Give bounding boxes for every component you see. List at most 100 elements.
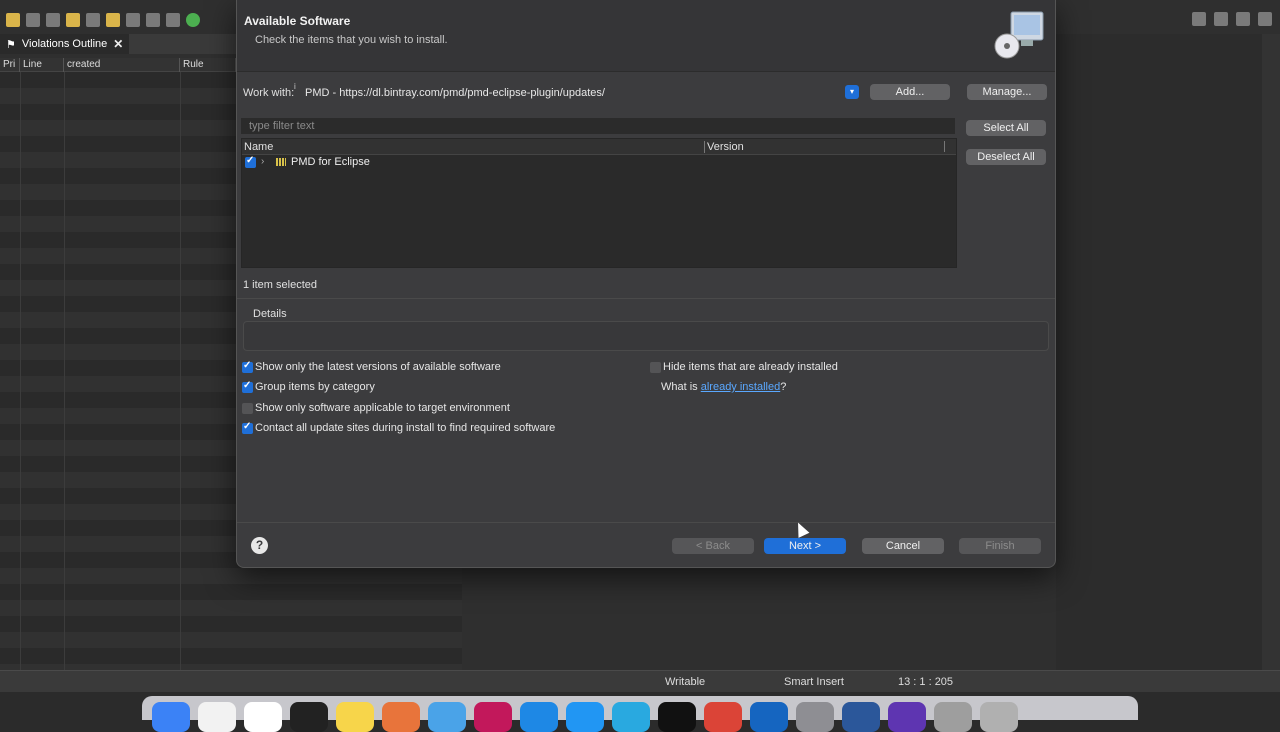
filter-field	[241, 118, 955, 134]
option-checkbox[interactable]	[242, 380, 253, 393]
column-divider	[944, 141, 945, 152]
debug-icon[interactable]	[166, 13, 180, 27]
what-is-suffix: ?	[780, 381, 787, 393]
search-icon[interactable]	[1192, 12, 1206, 26]
column-divider	[64, 72, 65, 670]
next-button[interactable]: Next >	[764, 538, 846, 554]
manage-button[interactable]: Manage...	[967, 84, 1047, 100]
macos-dock	[142, 696, 1138, 732]
system-preferences-icon[interactable]	[796, 702, 834, 732]
select-all-button[interactable]: Select All	[966, 120, 1046, 136]
perspective-toolbar	[1192, 12, 1272, 26]
violations-outline-icon: ⚑	[6, 38, 16, 51]
expand-chevron-icon[interactable]: ›	[261, 156, 264, 167]
info-icon: i	[294, 82, 296, 91]
chevron-down-icon[interactable]: ▾	[845, 85, 859, 99]
chrome-icon[interactable]	[704, 702, 742, 732]
column-header[interactable]: created	[64, 58, 180, 72]
intellij-icon[interactable]	[474, 702, 512, 732]
right-trim	[1262, 34, 1280, 670]
notes-icon[interactable]	[336, 702, 374, 732]
tab-violations-outline[interactable]: ⚑ Violations Outline ✕	[0, 34, 130, 54]
option-checkbox[interactable]	[242, 360, 253, 373]
run-icon[interactable]	[186, 13, 200, 27]
option-checkbox[interactable]	[242, 421, 253, 434]
tab-label: Violations Outline	[21, 38, 108, 50]
word-icon[interactable]	[842, 702, 880, 732]
dialog-title: Available Software	[244, 14, 351, 28]
already-installed-link[interactable]: already installed	[701, 381, 781, 393]
quicktime-icon[interactable]	[934, 702, 972, 732]
writable-status: Writable	[665, 676, 706, 688]
safari-icon[interactable]	[566, 702, 604, 732]
cancel-button[interactable]: Cancel	[862, 538, 944, 554]
pen-icon[interactable]	[86, 13, 100, 27]
work-with-combo[interactable]: PMD - https://dl.bintray.com/pmd/pmd-ecl…	[301, 84, 859, 100]
pmd-perspective-icon[interactable]	[1258, 12, 1272, 26]
back-button[interactable]: < Back	[672, 538, 754, 554]
calendar-icon[interactable]	[198, 702, 236, 732]
build-icon[interactable]	[66, 13, 80, 27]
category-icon	[276, 158, 286, 166]
option-label: Contact all update sites during install …	[255, 422, 556, 434]
close-icon[interactable]: ✕	[113, 37, 123, 51]
install-cd-icon	[994, 11, 1044, 59]
work-with-value: PMD - https://dl.bintray.com/pmd/pmd-ecl…	[305, 87, 605, 99]
option-checkbox[interactable]	[242, 403, 253, 414]
what-is-prefix: What is	[661, 381, 701, 393]
help-icon[interactable]: ?	[251, 537, 268, 554]
status-bar: Writable Smart Insert 13 : 1 : 205	[0, 670, 1280, 692]
app-store-icon[interactable]	[750, 702, 788, 732]
option-checkbox[interactable]	[650, 362, 661, 373]
dialog-subtitle: Check the items that you wish to install…	[255, 34, 448, 46]
what-is-installed-text: What is already installed?	[661, 381, 786, 393]
telegram-icon[interactable]	[612, 702, 650, 732]
column-header[interactable]: Line	[20, 58, 64, 72]
tree-item[interactable]: › PMD for Eclipse	[242, 155, 956, 171]
trash-icon[interactable]	[980, 702, 1018, 732]
postman-icon[interactable]	[382, 702, 420, 732]
save-all-icon[interactable]	[46, 13, 60, 27]
filter-input[interactable]	[241, 118, 955, 134]
editor-area	[1056, 34, 1262, 670]
work-with-label: Work with:	[243, 87, 295, 99]
finder-icon[interactable]	[152, 702, 190, 732]
pilcrow-icon[interactable]	[146, 13, 160, 27]
vscode-icon[interactable]	[520, 702, 558, 732]
eclipse-icon[interactable]	[888, 702, 926, 732]
task-icon[interactable]	[126, 13, 140, 27]
finish-button[interactable]: Finish	[959, 538, 1041, 554]
dialog-header: Available Software Check the items that …	[237, 0, 1055, 72]
save-icon[interactable]	[26, 13, 40, 27]
selection-count: 1 item selected	[243, 279, 317, 291]
new-icon[interactable]	[6, 13, 20, 27]
xcode-icon[interactable]	[428, 702, 466, 732]
name-column-header[interactable]: Name	[244, 141, 273, 153]
deselect-all-button[interactable]: Deselect All	[966, 149, 1046, 165]
divider	[237, 298, 1055, 299]
details-area	[243, 321, 1049, 351]
option-label: Show only software applicable to target …	[255, 402, 510, 414]
column-header[interactable]: Pri	[0, 58, 20, 72]
cursor-position-status: 13 : 1 : 205	[898, 676, 954, 688]
dialog-footer: ? < Back Next > Cancel Finish	[237, 522, 1055, 567]
version-column-header[interactable]: Version	[704, 141, 744, 153]
item-checkbox[interactable]	[245, 155, 256, 168]
available-software-dialog: Available Software Check the items that …	[236, 0, 1056, 568]
option-label: Group items by category	[255, 381, 375, 393]
terminal-icon[interactable]	[290, 702, 328, 732]
iterm-icon[interactable]	[658, 702, 696, 732]
slack-icon[interactable]	[244, 702, 282, 732]
view-tab-bar: ⚑ Violations Outline ✕	[0, 34, 236, 54]
insert-mode-status: Smart Insert	[784, 676, 844, 688]
java-perspective-icon[interactable]	[1236, 12, 1250, 26]
option-label: Hide items that are already installed	[663, 361, 838, 373]
violations-table-header: Pri Line created Rule	[0, 58, 236, 72]
open-perspective-icon[interactable]	[1214, 12, 1228, 26]
column-header[interactable]: Rule	[180, 58, 236, 72]
open-type-icon[interactable]	[106, 13, 120, 27]
add-button[interactable]: Add...	[870, 84, 950, 100]
tree-item-label: PMD for Eclipse	[291, 156, 370, 168]
column-divider	[20, 72, 21, 670]
option-label: Show only the latest versions of availab…	[255, 361, 501, 373]
